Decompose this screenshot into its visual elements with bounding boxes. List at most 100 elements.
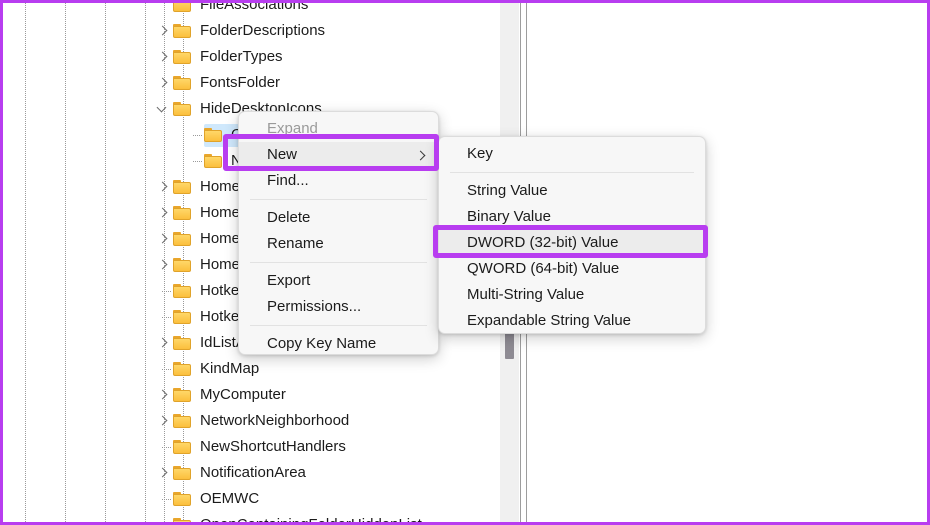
tree-item-fontsfolder[interactable]: FontsFolder (153, 70, 292, 96)
chevron-right-icon[interactable] (153, 382, 173, 408)
tree-item-label: NotificationArea (200, 464, 306, 481)
tree-item-hit-area[interactable]: NotificationArea (173, 462, 318, 485)
menu-item-permissions[interactable]: Permissions... (239, 294, 438, 320)
tree-item-label: NetworkNeighborhood (200, 412, 350, 429)
tree-item-hit-area[interactable]: NewShortcutHandlers (173, 436, 358, 459)
key-context-menu[interactable]: Expand New Find... Delete Rename Export Permis… (238, 111, 439, 355)
chevron-right-icon[interactable] (153, 200, 173, 226)
tree-item-foldertypes[interactable]: FolderTypes (153, 44, 295, 70)
menu-item-dword-32-bit-value[interactable]: DWORD (32-bit) Value (439, 230, 705, 256)
folder-icon (204, 153, 224, 169)
folder-icon (173, 465, 193, 481)
tree-item-hit-area[interactable]: FileAssociations (173, 3, 320, 17)
tree-guide-line (25, 3, 26, 522)
chevron-right-icon[interactable] (153, 226, 173, 252)
folder-icon (204, 127, 224, 143)
tree-elbow-connector (153, 278, 173, 304)
tree-item-label: KindMap (200, 360, 260, 377)
menu-separator (250, 262, 427, 263)
tree-elbow-connector (184, 148, 204, 174)
chevron-down-icon[interactable] (153, 96, 173, 122)
tree-item-label: FileAssociations (200, 3, 309, 13)
folder-icon (173, 205, 193, 221)
folder-icon (173, 491, 193, 507)
folder-icon (173, 231, 193, 247)
tree-item-label: OpenContainingFolderHiddenList (200, 516, 422, 525)
menu-item-label: DWORD (32-bit) Value (467, 234, 619, 251)
folder-icon (173, 335, 193, 351)
menu-item-label: Rename (267, 235, 324, 252)
tree-item-folderdescriptions[interactable]: FolderDescriptions (153, 18, 337, 44)
menu-item-label: Delete (267, 209, 311, 226)
tree-elbow-connector (153, 304, 173, 330)
tree-guide-line (65, 3, 66, 522)
menu-item-string-value[interactable]: String Value (439, 178, 705, 204)
tree-item-hit-area[interactable]: OEMWC (173, 488, 271, 511)
new-submenu[interactable]: Key String Value Binary Value DWORD (32-bit… (438, 136, 706, 334)
tree-item-hit-area[interactable]: KindMap (173, 358, 271, 381)
tree-item-networkneighborhood[interactable]: NetworkNeighborhood (153, 408, 361, 434)
menu-separator (250, 325, 427, 326)
menu-item-find[interactable]: Find... (239, 168, 438, 194)
tree-item-label: MyComputer (200, 386, 286, 403)
folder-icon (173, 387, 193, 403)
tree-item-newshortcuthandlers[interactable]: NewShortcutHandlers (153, 434, 358, 460)
tree-item-opencontainingfolderhiddenlist[interactable]: OpenContainingFolderHiddenList (153, 512, 434, 525)
tree-item-mycomputer[interactable]: MyComputer (153, 382, 298, 408)
tree-item-hit-area[interactable]: OpenContainingFolderHiddenList (173, 514, 434, 525)
tree-guide-line (145, 3, 146, 522)
folder-icon (173, 23, 193, 39)
tree-item-label: FontsFolder (200, 74, 281, 91)
menu-item-label: Find... (267, 172, 309, 189)
folder-icon (173, 101, 193, 117)
menu-item-label: String Value (467, 182, 548, 199)
menu-item-label: Export (267, 272, 311, 289)
chevron-right-icon[interactable] (153, 330, 173, 356)
menu-item-new[interactable]: New (239, 142, 438, 168)
scrollbar-thumb[interactable] (505, 333, 514, 359)
registry-editor-window: FileAssociations FolderDescriptions Folder… (0, 0, 930, 525)
folder-icon (173, 361, 193, 377)
folder-icon (173, 75, 193, 91)
tree-item-hit-area[interactable]: FolderTypes (173, 46, 295, 69)
menu-item-binary-value[interactable]: Binary Value (439, 204, 705, 230)
menu-item-label: Permissions... (267, 298, 362, 315)
tree-item-hit-area[interactable]: MyComputer (173, 384, 298, 407)
chevron-right-icon[interactable] (153, 44, 173, 70)
menu-item-qword-64-bit-value[interactable]: QWORD (64-bit) Value (439, 256, 705, 282)
menu-item-label: QWORD (64-bit) Value (467, 260, 620, 277)
tree-item-hit-area[interactable]: FontsFolder (173, 72, 292, 95)
chevron-right-icon[interactable] (153, 252, 173, 278)
tree-item-hit-area[interactable]: FolderDescriptions (173, 20, 337, 43)
tree-item-label: NewShortcutHandlers (200, 438, 346, 455)
tree-item-fileassociations[interactable]: FileAssociations (153, 3, 320, 18)
tree-item-kindmap[interactable]: KindMap (153, 356, 271, 382)
menu-item-export[interactable]: Export (239, 268, 438, 294)
menu-item-multi-string-value[interactable]: Multi-String Value (439, 282, 705, 308)
tree-item-hit-area[interactable]: NetworkNeighborhood (173, 410, 361, 433)
menu-item-key[interactable]: Key (439, 141, 705, 167)
menu-item-label: New (267, 146, 298, 163)
menu-item-label: Multi-String Value (467, 286, 585, 303)
menu-item-rename[interactable]: Rename (239, 231, 438, 257)
chevron-right-icon[interactable] (153, 18, 173, 44)
menu-item-copy-key-name[interactable]: Copy Key Name (239, 331, 438, 357)
folder-icon (173, 413, 193, 429)
menu-item-label: Key (467, 145, 493, 162)
menu-item-expandable-string-value[interactable]: Expandable String Value (439, 308, 705, 334)
chevron-right-icon[interactable] (153, 408, 173, 434)
menu-item-label: Copy Key Name (267, 335, 377, 352)
chevron-right-icon[interactable] (153, 174, 173, 200)
chevron-right-icon[interactable] (153, 460, 173, 486)
tree-item-oemwc[interactable]: OEMWC (153, 486, 271, 512)
chevron-right-icon[interactable] (153, 70, 173, 96)
tree-item-notificationarea[interactable]: NotificationArea (153, 460, 318, 486)
folder-icon (173, 283, 193, 299)
tree-guide-line (105, 3, 106, 522)
menu-separator (250, 199, 427, 200)
tree-item-label: OEMWC (200, 490, 260, 507)
menu-item-delete[interactable]: Delete (239, 205, 438, 231)
tree-item-label: FolderTypes (200, 48, 283, 65)
folder-icon (173, 517, 193, 522)
chevron-right-icon (415, 150, 426, 161)
